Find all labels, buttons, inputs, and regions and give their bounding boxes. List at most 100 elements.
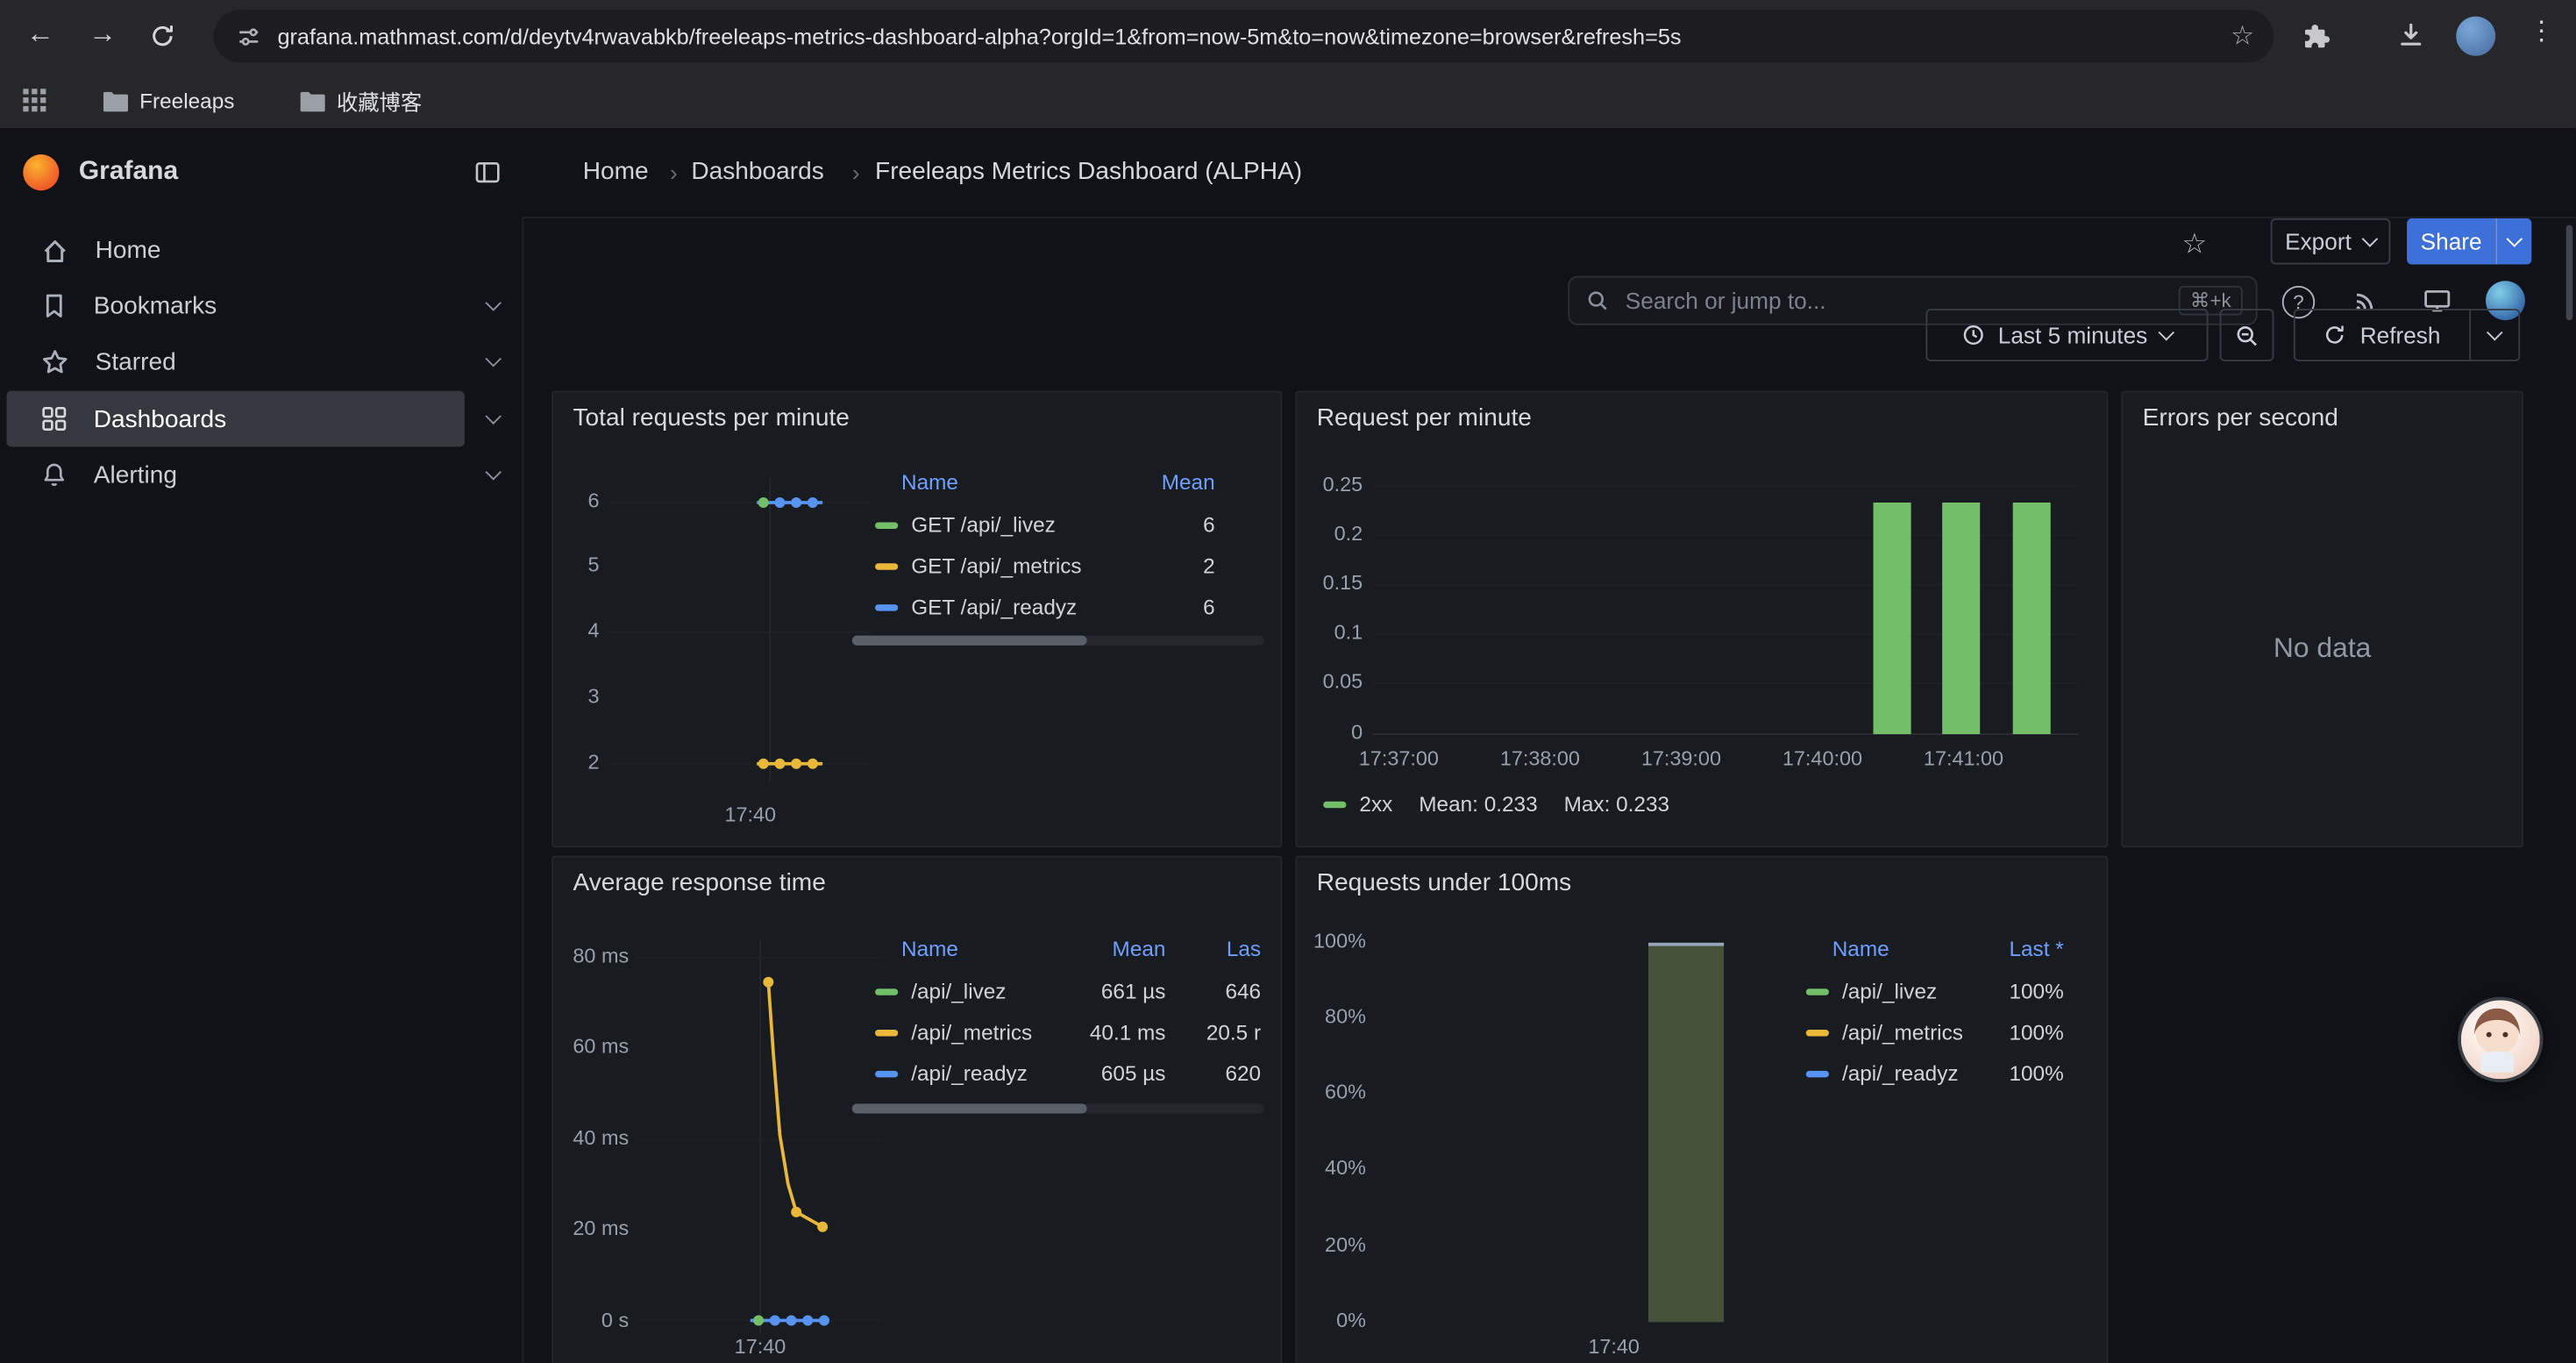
legend-scrollbar[interactable] [852,636,1264,646]
legend-row[interactable]: /api/_metrics 40.1 ms 20.5 r [875,1020,1261,1045]
chevron-down-icon[interactable] [485,464,502,481]
reload-button[interactable] [149,23,175,49]
series-color-dash [875,988,898,994]
legend-row[interactable]: GET /api/_metrics 2 [875,553,1215,578]
breadcrumb-home[interactable]: Home [583,158,649,186]
apps-grid-icon[interactable] [23,89,46,111]
legend-header: Name Mean Las [901,936,1261,960]
series-color-dash [875,1070,898,1076]
chevron-down-icon[interactable] [485,351,502,368]
export-button[interactable]: Export [2271,218,2391,264]
legend-row[interactable]: /api/_livez 661 µs 646 [875,979,1261,1003]
legend-scrollbar[interactable] [852,1103,1264,1113]
series-name[interactable]: GET /api/_livez [911,512,1056,537]
page-scrollbar[interactable] [2566,225,2572,321]
sidebar-item-starred[interactable]: Starred [0,333,522,389]
profile-avatar[interactable] [2456,17,2495,56]
legend-header-name[interactable]: Name [901,936,958,960]
y-tick: 40% [1297,1156,1366,1179]
url-text[interactable]: grafana.mathmast.com/d/deytv4rwavabkb/fr… [277,24,2231,48]
chevron-down-icon [2506,231,2523,247]
legend-row[interactable]: /api/_livez 100% [1806,979,2064,1003]
chevron-down-icon[interactable] [485,408,502,425]
legend-row[interactable]: /api/_readyz 100% [1806,1061,2064,1086]
series-name[interactable]: /api/_readyz [1842,1061,1959,1086]
panel-avg-response-time[interactable]: Average response time 80 ms 60 ms 40 ms … [551,856,1282,1363]
panel-total-requests[interactable]: Total requests per minute 6 5 4 3 2 17:4… [551,391,1282,848]
y-tick: 80% [1297,1005,1366,1028]
bookmark-item[interactable]: 收藏博客 [299,72,422,128]
line-chart[interactable] [636,939,882,1350]
line-chart[interactable] [609,478,872,794]
legend-row[interactable]: /api/_metrics 100% [1806,1020,2064,1045]
x-tick: 17:37:00 [1343,747,1455,770]
time-range-picker[interactable]: Last 5 minutes [1925,309,2208,361]
legend-row[interactable]: GET /api/_readyz 6 [875,595,1215,619]
bar-chart[interactable] [1372,471,2078,737]
bar-100-percent[interactable] [1648,943,1724,1323]
sidebar-item-home[interactable]: Home [0,222,522,278]
star-icon [41,347,69,375]
legend-header: Name Mean [901,470,1215,495]
panel-title[interactable]: Average response time [573,869,826,897]
sidebar-item-dashboards[interactable]: Dashboards [0,391,522,447]
grafana-logo[interactable] [23,154,59,190]
bookmark-star-icon[interactable]: ☆ [2231,19,2254,52]
series-name[interactable]: GET /api/_metrics [911,553,1081,578]
y-tick: 6 [553,489,599,512]
forward-button[interactable]: → [89,19,117,47]
browser-menu-icon[interactable]: ⋮ [2529,19,2555,46]
legend-header-name[interactable]: Name [901,470,958,495]
series-color-dash [1806,988,1829,994]
share-menu-chevron[interactable] [2495,218,2531,264]
sidebar-toggle-icon[interactable] [474,160,501,186]
refresh-interval-chevron[interactable] [2469,309,2520,361]
legend-row[interactable]: GET /api/_livez 6 [875,512,1215,537]
download-icon[interactable] [2397,21,2425,49]
series-name[interactable]: /api/_metrics [1842,1020,1963,1045]
bookmark-label: 收藏博客 [337,84,422,116]
legend-header-mean[interactable]: Mean [1048,936,1166,960]
legend-header-mean[interactable]: Mean [1162,470,1215,495]
series-name[interactable]: 2xx [1359,792,1392,817]
panel-title[interactable]: Total requests per minute [573,404,850,432]
legend-row[interactable]: /api/_readyz 605 µs 620 [875,1061,1261,1086]
sidebar-item-alerting[interactable]: Alerting [0,446,522,503]
y-tick: 0.2 [1297,522,1363,545]
breadcrumb-dashboards[interactable]: Dashboards [691,158,823,186]
back-button[interactable]: ← [26,19,54,47]
series-name[interactable]: GET /api/_readyz [911,595,1077,619]
y-tick: 60% [1297,1081,1366,1103]
series-name[interactable]: /api/_livez [911,979,1006,1003]
series-name[interactable]: /api/_livez [1842,979,1937,1003]
legend-row[interactable]: 2xx Mean: 0.233 Max: 0.233 [1323,792,1669,817]
panel-title[interactable]: Errors per second [2143,404,2338,432]
series-color-dash [1806,1070,1829,1076]
grafana-brand: Grafana [79,158,178,188]
sidebar-item-bookmarks[interactable]: Bookmarks [0,277,522,333]
address-bar[interactable]: grafana.mathmast.com/d/deytv4rwavabkb/fr… [213,10,2274,62]
favorite-star-icon[interactable]: ☆ [2182,228,2208,260]
assistant-avatar-bubble[interactable] [2458,997,2543,1082]
panel-title[interactable]: Requests under 100ms [1317,869,1571,897]
panel-requests-under-100ms[interactable]: Requests under 100ms 100% 80% 60% 40% 20… [1295,856,2108,1363]
legend-header-name[interactable]: Name [1832,936,1889,960]
series-mean: 6 [1203,512,1215,537]
legend-header-last[interactable]: Las [1178,936,1261,960]
panel-title[interactable]: Request per minute [1317,404,1532,432]
panel-errors-per-second[interactable]: Errors per second No data [2121,391,2523,848]
refresh-button[interactable]: Refresh [2294,309,2471,361]
share-button[interactable]: Share [2407,218,2495,264]
bookmark-item[interactable]: Freeleaps [102,72,234,128]
series-name[interactable]: /api/_metrics [911,1020,1032,1045]
zoom-out-button[interactable] [2220,309,2274,361]
panel-request-per-minute[interactable]: Request per minute 0.25 0.2 0.15 0.1 0.0… [1295,391,2108,848]
chevron-down-icon[interactable] [485,295,502,311]
chevron-down-icon [2362,231,2379,247]
site-info-icon[interactable] [237,24,261,48]
legend-header-last[interactable]: Last * [2009,936,2063,960]
series-name[interactable]: /api/_readyz [911,1061,1028,1086]
series-last: 100% [2009,979,2063,1003]
x-tick: 17:40:00 [1767,747,1878,770]
extensions-icon[interactable] [2303,23,2330,49]
